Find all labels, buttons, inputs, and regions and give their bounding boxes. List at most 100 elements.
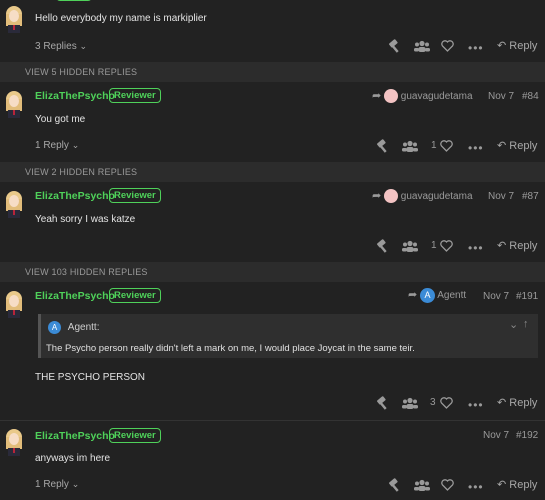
- post: ElizaThePsycho Reviewer ➦ A Agentt Nov 7…: [0, 282, 545, 420]
- quote-text: The Psycho person really didn't left a m…: [46, 343, 415, 354]
- avatar[interactable]: [3, 428, 25, 456]
- replies-toggle[interactable]: 1 Reply ⌄: [35, 479, 79, 490]
- reply-label: Reply: [509, 479, 538, 491]
- reply-to-username: Agentt: [437, 290, 467, 302]
- chevron-down-icon[interactable]: ⌄: [509, 318, 518, 331]
- like-count[interactable]: 3: [430, 397, 436, 408]
- reply-arrow-icon: ↶: [497, 40, 507, 52]
- username[interactable]: ElizaThePsycho: [35, 90, 115, 102]
- more-options-icon[interactable]: •••: [468, 41, 484, 55]
- more-options-icon[interactable]: •••: [468, 241, 484, 255]
- replies-count: 1 Reply: [35, 479, 69, 490]
- post-number[interactable]: #191: [516, 291, 538, 302]
- share-arrow-icon: ➦: [372, 90, 382, 102]
- reply-button[interactable]: ↶ Reply: [497, 396, 537, 409]
- users-icon[interactable]: [414, 40, 430, 52]
- heart-icon[interactable]: [440, 240, 453, 252]
- post-body: You got me: [35, 114, 86, 125]
- replies-toggle[interactable]: 1 Reply ⌄: [35, 140, 79, 151]
- reply-label: Reply: [509, 140, 538, 152]
- reply-button[interactable]: ↶ Reply: [497, 239, 537, 252]
- admin-hammer-icon[interactable]: [376, 239, 390, 253]
- more-options-icon[interactable]: •••: [468, 480, 484, 494]
- arrow-up-icon[interactable]: ↑: [523, 318, 529, 330]
- reply-to[interactable]: ➦ A Agentt: [408, 288, 466, 303]
- post-date[interactable]: Nov 7: [488, 191, 514, 202]
- share-arrow-icon: ➦: [372, 190, 382, 202]
- admin-hammer-icon[interactable]: [376, 396, 390, 410]
- reviewer-badge: Reviewer: [109, 188, 161, 203]
- reviewer-badge: Reviewer: [109, 88, 161, 103]
- quote-block: A Agentt: ⌄ ↑ The Psycho person really d…: [38, 314, 538, 358]
- avatar[interactable]: [3, 5, 25, 33]
- heart-icon[interactable]: [441, 40, 454, 52]
- post-number[interactable]: #87: [522, 191, 539, 202]
- quote-author-avatar: A: [48, 321, 61, 334]
- reply-label: Reply: [509, 40, 538, 52]
- users-icon[interactable]: [402, 140, 418, 152]
- reply-to-avatar: [384, 189, 398, 204]
- reviewer-badge: Reviewer: [109, 288, 161, 303]
- replies-count: 3 Replies: [35, 41, 77, 52]
- replies-count: 1 Reply: [35, 140, 69, 151]
- post-body: Hello everybody my name is markiplier: [35, 13, 207, 24]
- reply-to[interactable]: ➦ guavagudetama: [372, 89, 473, 104]
- post: ElizaThePsycho Reviewer ➦ guavagudetama …: [0, 82, 545, 162]
- reply-button[interactable]: ↶ Reply: [497, 39, 537, 52]
- more-options-icon[interactable]: •••: [468, 141, 484, 155]
- post-date[interactable]: Nov 7: [483, 430, 509, 441]
- reply-arrow-icon: ↶: [497, 479, 507, 491]
- reply-label: Reply: [509, 240, 538, 252]
- reply-label: Reply: [509, 397, 538, 409]
- reply-to[interactable]: ➦ guavagudetama: [372, 189, 473, 204]
- reply-arrow-icon: ↶: [497, 397, 507, 409]
- reply-to-avatar: [384, 89, 398, 104]
- post-number[interactable]: #192: [516, 430, 538, 441]
- post-date[interactable]: Nov 7: [483, 291, 509, 302]
- view-hidden-replies[interactable]: VIEW 2 HIDDEN REPLIES: [0, 162, 545, 182]
- reply-button[interactable]: ↶ Reply: [497, 478, 537, 491]
- username[interactable]: ElizaThePsycho: [35, 190, 115, 202]
- view-hidden-replies[interactable]: VIEW 5 HIDDEN REPLIES: [0, 62, 545, 82]
- post-body: Yeah sorry I was katze: [35, 214, 136, 225]
- avatar[interactable]: [3, 190, 25, 218]
- post-date[interactable]: Nov 7: [488, 91, 514, 102]
- more-options-icon[interactable]: •••: [468, 398, 484, 412]
- users-icon[interactable]: [414, 479, 430, 491]
- username-fragment: [56, 0, 92, 2]
- admin-hammer-icon[interactable]: [388, 478, 402, 492]
- admin-hammer-icon[interactable]: [376, 139, 390, 153]
- reply-arrow-icon: ↶: [497, 240, 507, 252]
- quote-author: Agentt:: [67, 322, 100, 334]
- reply-arrow-icon: ↶: [497, 140, 507, 152]
- reviewer-badge: Reviewer: [109, 428, 161, 443]
- heart-icon[interactable]: [440, 140, 453, 152]
- heart-icon[interactable]: [440, 397, 453, 409]
- post: ElizaThePsycho Reviewer Nov 7 #192 anywa…: [0, 421, 545, 500]
- users-icon[interactable]: [402, 397, 418, 409]
- reply-to-avatar: A: [420, 288, 435, 303]
- post-body: THE PSYCHO PERSON: [35, 372, 146, 383]
- post-body: anyways im here: [35, 453, 111, 464]
- post: Hello everybody my name is markiplier 3 …: [0, 0, 545, 62]
- admin-hammer-icon[interactable]: [388, 39, 402, 53]
- share-arrow-icon: ➦: [408, 289, 418, 302]
- chevron-down-icon: ⌄: [79, 41, 88, 51]
- like-count[interactable]: 1: [431, 140, 437, 151]
- avatar[interactable]: [3, 90, 25, 118]
- avatar[interactable]: [3, 290, 25, 318]
- like-count[interactable]: 1: [431, 240, 437, 251]
- post: ElizaThePsycho Reviewer ➦ guavagudetama …: [0, 182, 545, 262]
- reply-button[interactable]: ↶ Reply: [497, 139, 537, 152]
- replies-toggle[interactable]: 3 Replies ⌄: [35, 41, 87, 52]
- heart-icon[interactable]: [441, 479, 454, 491]
- quote-header[interactable]: A Agentt:: [48, 321, 99, 334]
- post-number[interactable]: #84: [522, 91, 539, 102]
- chevron-down-icon: ⌄: [71, 140, 80, 150]
- username[interactable]: ElizaThePsycho: [35, 290, 115, 302]
- reply-to-username: guavagudetama: [400, 91, 473, 102]
- users-icon[interactable]: [402, 240, 418, 252]
- reply-to-username: guavagudetama: [400, 191, 473, 202]
- view-hidden-replies[interactable]: VIEW 103 HIDDEN REPLIES: [0, 262, 545, 282]
- username[interactable]: ElizaThePsycho: [35, 430, 115, 442]
